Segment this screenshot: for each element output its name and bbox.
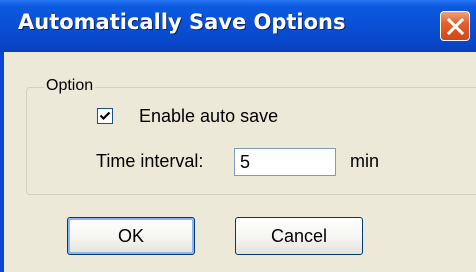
time-unit-label: min	[350, 151, 380, 171]
dialog-body: Option Enable auto save Time interval: m…	[4, 52, 476, 272]
time-interval-label: Time interval:	[96, 151, 204, 171]
group-legend: Option	[44, 76, 96, 96]
dialog-title: Automatically Save Options	[18, 10, 346, 34]
enable-auto-save-label[interactable]: Enable auto save	[139, 104, 278, 128]
cancel-button[interactable]: Cancel	[235, 217, 363, 255]
close-icon	[447, 18, 464, 35]
enable-auto-save-checkbox[interactable]	[97, 108, 113, 124]
close-button[interactable]	[440, 11, 470, 41]
time-interval-input[interactable]	[234, 148, 336, 176]
dialog-window: Automatically Save Options Option Enable…	[0, 0, 476, 272]
ok-button[interactable]: OK	[67, 217, 195, 255]
title-bar[interactable]: Automatically Save Options	[0, 0, 476, 52]
checkmark-icon	[99, 111, 111, 121]
